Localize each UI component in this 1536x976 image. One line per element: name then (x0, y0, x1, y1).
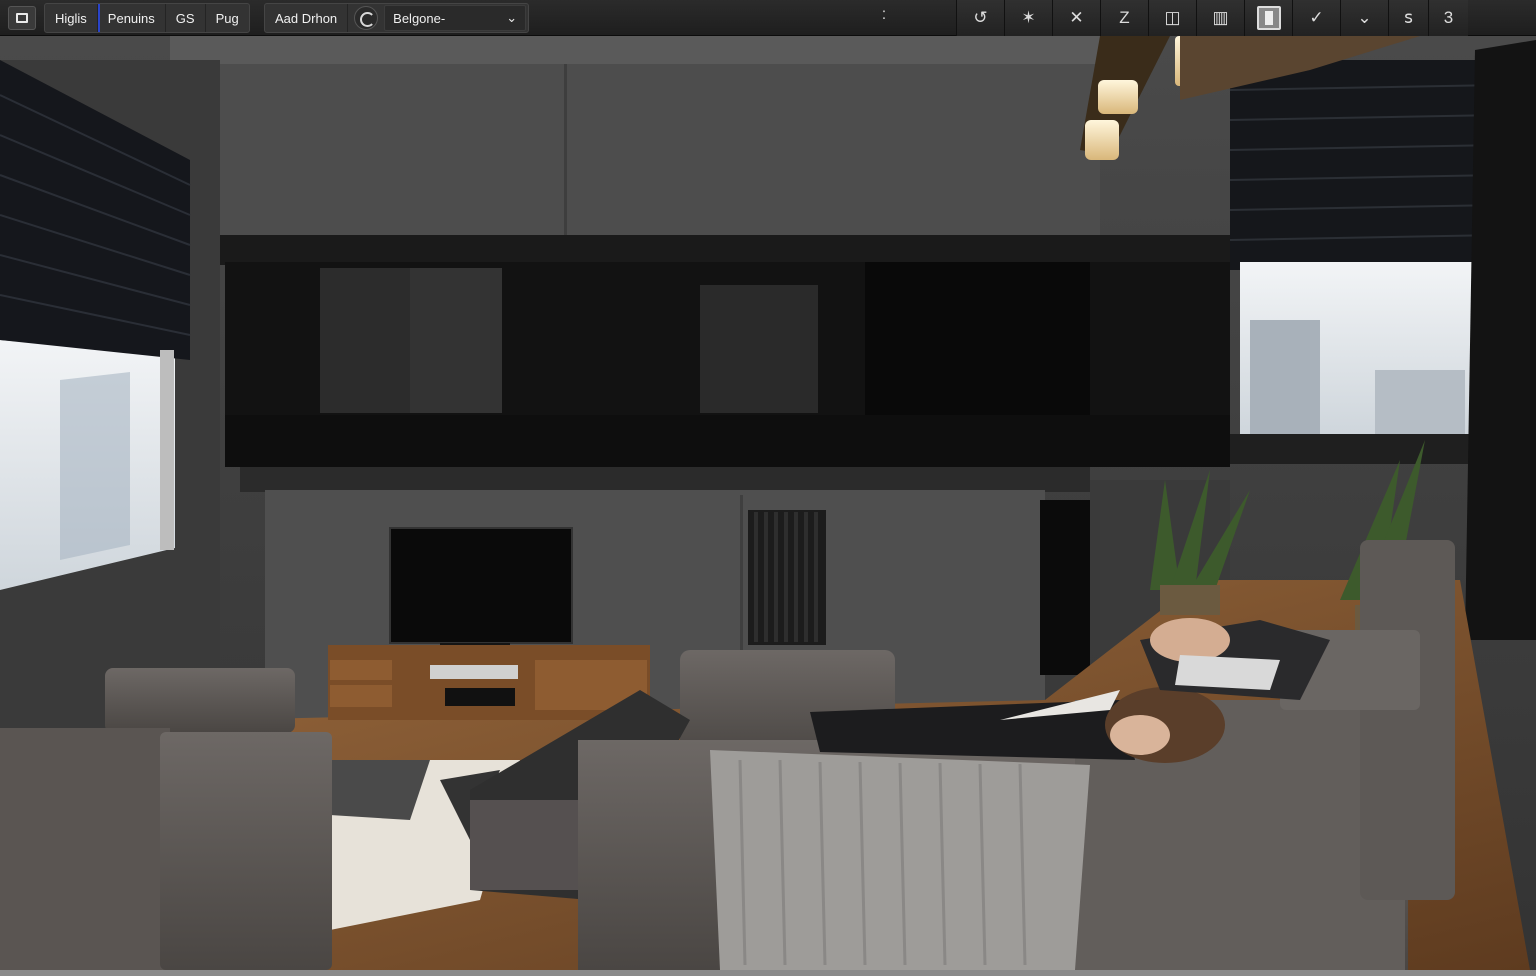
chevron-down-icon: ⌄ (506, 10, 518, 25)
status-bar (0, 970, 1536, 976)
tools-icon[interactable]: ✕ (1052, 0, 1100, 36)
clipboard-icon[interactable] (1244, 0, 1292, 36)
top-toolbar: Higlis Penuins GS Pug Aad Drhon Belgone-… (0, 0, 1536, 36)
preset-select-value: Belgone- (393, 10, 446, 26)
action-group: Aad Drhon Belgone- ⌄ (264, 3, 530, 33)
mode-tab-group: Higlis Penuins GS Pug (44, 3, 250, 33)
print-icon[interactable]: ▥ (1196, 0, 1244, 36)
chevron-down-icon[interactable]: ⌄ (1340, 0, 1388, 36)
overflow-menu-button[interactable]: : (878, 6, 890, 24)
living-room-image (0, 36, 1536, 970)
preset-select[interactable]: Belgone- ⌄ (384, 5, 527, 31)
tab-pug[interactable]: Pug (206, 4, 249, 32)
tab-highlights[interactable]: Higlis (45, 4, 98, 32)
text-icon[interactable]: Z (1100, 0, 1148, 36)
right-toolbar: ↺ ✶ ✕ Z ◫ ▥ ✓ ⌄ ꜱ 3 (956, 0, 1468, 36)
check-icon[interactable]: ✓ (1292, 0, 1340, 36)
tab-gs[interactable]: GS (166, 4, 206, 32)
add-button[interactable]: Aad Drhon (265, 4, 349, 32)
reset-icon[interactable]: ↺ (956, 0, 1004, 36)
window-icon (16, 13, 28, 23)
tab-penuins[interactable]: Penuins (98, 4, 166, 32)
document-icon[interactable]: ◫ (1148, 0, 1196, 36)
image-canvas[interactable] (0, 36, 1536, 970)
refresh-icon[interactable] (354, 6, 379, 30)
app-menu-button[interactable] (8, 6, 36, 30)
more-icon[interactable]: 3 (1428, 0, 1468, 36)
star-icon[interactable]: ✶ (1004, 0, 1052, 36)
info-icon[interactable]: ꜱ (1388, 0, 1428, 36)
